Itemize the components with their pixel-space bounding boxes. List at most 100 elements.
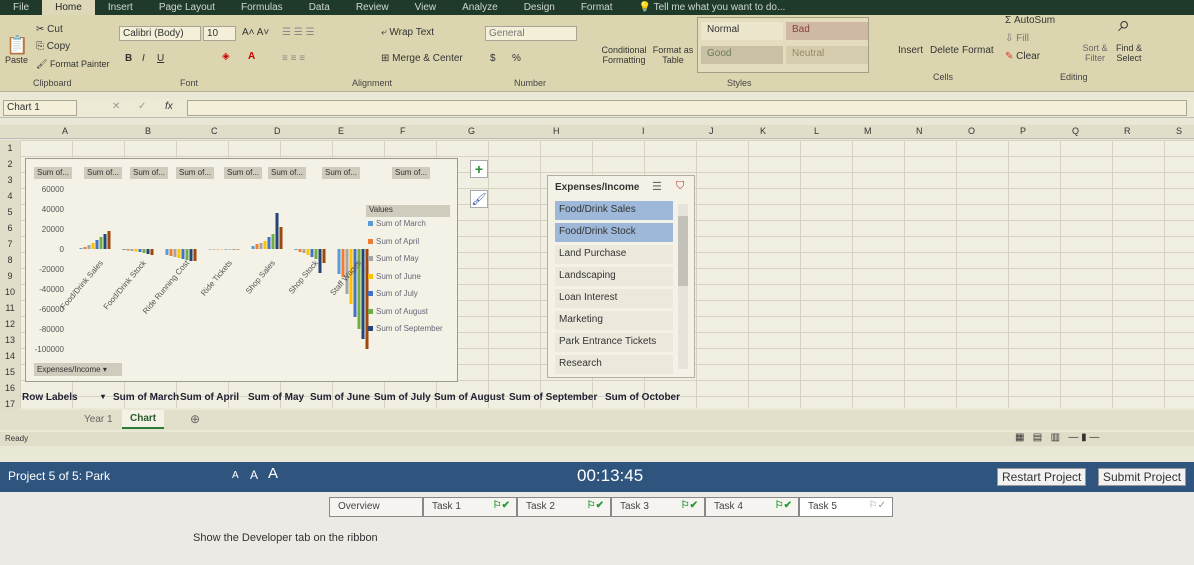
cancel-icon[interactable]: ✕ bbox=[112, 101, 120, 112]
row-header[interactable]: 6 bbox=[0, 220, 20, 236]
row-header[interactable]: 13 bbox=[0, 332, 20, 348]
slicer-item[interactable]: Food/Drink Stock bbox=[555, 223, 673, 242]
pivot-header-cell[interactable]: Sum of June bbox=[310, 392, 370, 403]
row-header[interactable]: 5 bbox=[0, 204, 20, 220]
find-select-button[interactable]: Find & Select bbox=[1112, 43, 1146, 63]
italic-button[interactable]: I bbox=[142, 53, 145, 64]
percent-button[interactable]: % bbox=[512, 53, 521, 64]
column-header[interactable]: L bbox=[814, 126, 819, 136]
task-tab[interactable]: Task 4 ⚐✔ bbox=[705, 497, 799, 517]
row-header[interactable]: 7 bbox=[0, 236, 20, 252]
column-header[interactable]: J bbox=[709, 126, 714, 136]
font-size-select[interactable]: 10 bbox=[203, 26, 236, 41]
column-header[interactable]: M bbox=[864, 126, 872, 136]
autosum-button[interactable]: Σ AutoSum bbox=[1005, 15, 1055, 26]
task-tab[interactable]: Task 5 ⚐✓ bbox=[799, 497, 893, 517]
task-tab[interactable]: Task 2 ⚐✔ bbox=[517, 497, 611, 517]
clear-filter-icon[interactable]: ⛉ bbox=[676, 180, 684, 193]
style-normal[interactable]: Normal bbox=[701, 22, 783, 40]
slicer-item[interactable]: Land Purchase bbox=[555, 245, 673, 264]
flag-check-icon[interactable]: ⚐✔ bbox=[587, 500, 604, 511]
sort-filter-button[interactable]: Sort & Filter bbox=[1080, 43, 1110, 63]
column-header[interactable]: N bbox=[916, 126, 923, 136]
slicer-item[interactable]: Marketing bbox=[555, 311, 673, 330]
conditional-formatting-button[interactable]: Conditional Formatting bbox=[598, 45, 650, 65]
tab-page-layout[interactable]: Page Layout bbox=[146, 0, 228, 15]
underline-button[interactable]: U bbox=[157, 53, 164, 64]
pivot-header-cell[interactable]: Sum of August bbox=[434, 392, 505, 403]
axis-field-button[interactable]: Expenses/Income ▾ bbox=[34, 363, 122, 376]
delete-cells-button[interactable]: Delete bbox=[930, 45, 959, 56]
column-header[interactable]: K bbox=[760, 126, 766, 136]
font-size-large[interactable]: A bbox=[268, 465, 278, 482]
font-color-icon[interactable]: A bbox=[248, 51, 255, 62]
row-header[interactable]: 15 bbox=[0, 364, 20, 380]
tab-view[interactable]: View bbox=[402, 0, 450, 15]
wrap-text-button[interactable]: ⤶ Wrap Text bbox=[381, 27, 434, 38]
insert-cells-button[interactable]: Insert bbox=[898, 45, 923, 56]
font-size-medium[interactable]: A bbox=[250, 468, 258, 482]
column-header[interactable]: I bbox=[642, 126, 645, 136]
row-header[interactable]: 14 bbox=[0, 348, 20, 364]
pivot-header-cell[interactable]: Sum of September bbox=[509, 392, 597, 403]
row-header[interactable]: 8 bbox=[0, 252, 20, 268]
formula-input[interactable] bbox=[187, 100, 1187, 116]
multi-select-icon[interactable]: ☰ bbox=[652, 180, 662, 193]
pivot-header-cell[interactable]: Sum of April bbox=[180, 392, 239, 403]
cut-button[interactable]: ✂ Cut bbox=[36, 24, 63, 35]
column-header[interactable]: H bbox=[553, 126, 560, 136]
column-header[interactable]: B bbox=[145, 126, 151, 136]
slicer-item[interactable]: Park Entrance Tickets bbox=[555, 333, 673, 352]
tab-data[interactable]: Data bbox=[296, 0, 343, 15]
slicer-scrollbar[interactable] bbox=[678, 204, 688, 369]
row-header[interactable]: 3 bbox=[0, 172, 20, 188]
sheet-tab-chart[interactable]: Chart bbox=[122, 410, 165, 429]
view-buttons[interactable]: ▦ ▤ ▥ — ▮ — bbox=[1015, 432, 1099, 443]
column-header[interactable]: E bbox=[338, 126, 344, 136]
chart-styles-button[interactable]: 🖌 bbox=[470, 190, 488, 208]
task-tab[interactable]: Overview bbox=[329, 497, 423, 517]
tab-file[interactable]: File bbox=[0, 0, 42, 15]
column-header[interactable]: R bbox=[1124, 126, 1131, 136]
clear-button[interactable]: ✎ Clear bbox=[1005, 51, 1040, 62]
fill-button[interactable]: ⇩ Fill bbox=[1005, 33, 1029, 44]
pivot-header-cell[interactable]: Sum of October bbox=[605, 392, 680, 403]
tab-design[interactable]: Design bbox=[511, 0, 568, 15]
chart-field-button[interactable]: Sum of... bbox=[268, 167, 307, 179]
font-name-select[interactable]: Calibri (Body) bbox=[119, 26, 201, 41]
tab-review[interactable]: Review bbox=[343, 0, 402, 15]
row-header[interactable]: 11 bbox=[0, 300, 20, 316]
column-header[interactable]: G bbox=[468, 126, 475, 136]
paste-icon[interactable]: 📋 bbox=[6, 35, 28, 56]
fill-color-icon[interactable]: ◈ bbox=[222, 51, 230, 62]
column-header[interactable]: S bbox=[1176, 126, 1182, 136]
slicer-item[interactable]: Research bbox=[555, 355, 673, 374]
enter-icon[interactable]: ✓ bbox=[138, 101, 146, 112]
chart-field-button[interactable]: Sum of... bbox=[84, 167, 123, 179]
name-box[interactable]: Chart 1 bbox=[3, 100, 77, 116]
tab-analyze[interactable]: Analyze bbox=[449, 0, 511, 15]
column-header[interactable]: C bbox=[211, 126, 218, 136]
column-header[interactable]: A bbox=[62, 126, 68, 136]
align-left-icon[interactable]: ≡ ≡ ≡ bbox=[282, 53, 305, 64]
slicer-item[interactable]: Food/Drink Sales bbox=[555, 201, 673, 220]
chart-field-button[interactable]: Sum of... bbox=[224, 167, 263, 179]
tab-format[interactable]: Format bbox=[568, 0, 626, 15]
tab-home[interactable]: Home bbox=[42, 0, 95, 15]
chart-field-button[interactable]: Sum of... bbox=[34, 167, 73, 179]
pivot-header-cell[interactable]: Sum of July bbox=[374, 392, 431, 403]
pivot-header-cell[interactable]: Sum of May bbox=[248, 392, 304, 403]
filter-icon[interactable]: ▾ bbox=[101, 392, 105, 401]
add-sheet-icon[interactable]: ⊕ bbox=[190, 412, 200, 426]
row-header[interactable]: 10 bbox=[0, 284, 20, 300]
format-as-table-button[interactable]: Format as Table bbox=[652, 45, 694, 65]
column-header[interactable]: P bbox=[1020, 126, 1026, 136]
column-header[interactable]: F bbox=[400, 126, 406, 136]
column-header[interactable]: Q bbox=[1072, 126, 1079, 136]
merge-center-button[interactable]: ⊞ Merge & Center bbox=[381, 53, 463, 64]
format-painter-button[interactable]: 🖌 Format Painter bbox=[36, 59, 109, 70]
style-neutral[interactable]: Neutral bbox=[786, 46, 868, 64]
row-header[interactable]: 12 bbox=[0, 316, 20, 332]
font-grow-icon[interactable]: A˄ A˅ bbox=[242, 27, 269, 38]
align-top-icon[interactable]: ☰ ☰ ☰ bbox=[282, 27, 314, 38]
